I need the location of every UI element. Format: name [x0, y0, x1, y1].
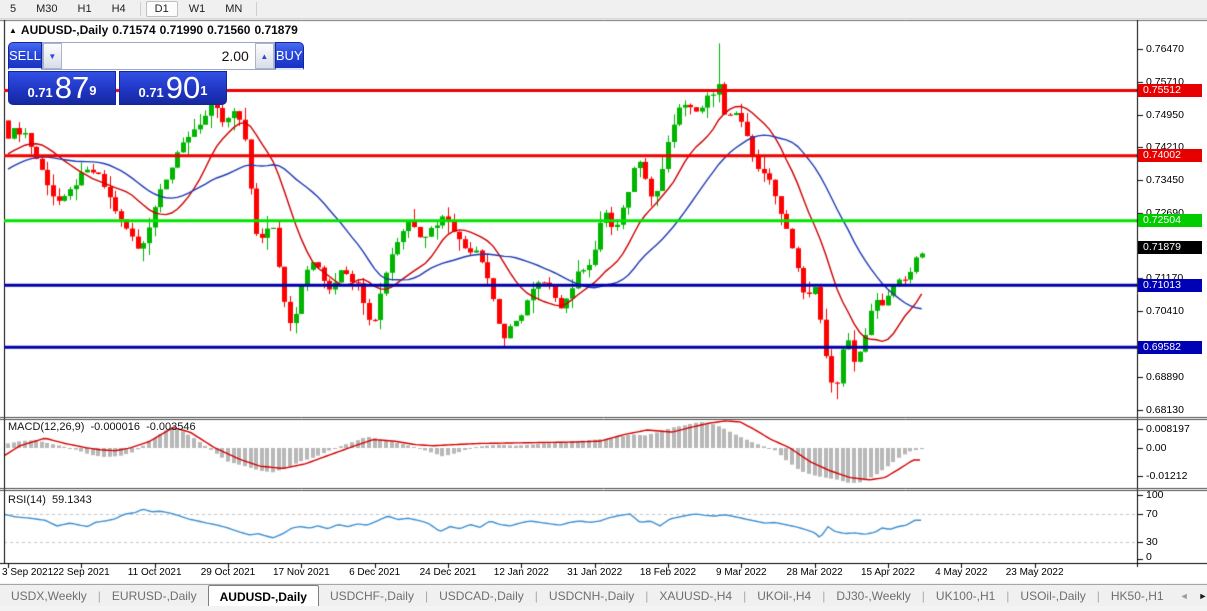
- ohlc-open: 0.71574: [112, 23, 156, 37]
- sell-price-prefix: 0.71: [27, 85, 53, 100]
- one-click-trading-panel: SELL ▼ ▲ BUY 0.71 87 9 0.71 90 1: [8, 42, 304, 105]
- chart-tab-dj30-weekly[interactable]: DJ30-,Weekly: [825, 585, 921, 607]
- toolbar-separator: [256, 2, 258, 16]
- price-axis-tick: 0.68130: [1146, 404, 1184, 417]
- date-axis-label: 29 Oct 2021: [200, 567, 256, 578]
- chart-tab-ukoil-h4[interactable]: UKOil-,H4: [746, 585, 822, 607]
- price-axis-tick: 0.76470: [1146, 43, 1184, 55]
- chart-tab-hk50-h1[interactable]: HK50-,H1: [1100, 585, 1175, 607]
- buy-price-display[interactable]: 0.71 90 1: [119, 71, 227, 105]
- rsi-axis-tick: 30: [1146, 536, 1158, 548]
- timeframe-button-d1[interactable]: D1: [145, 1, 178, 17]
- date-axis-label: 9 Mar 2022: [716, 567, 767, 578]
- timeframe-button-m30[interactable]: M30: [27, 1, 66, 17]
- chart-tab-eurusd-daily[interactable]: EURUSD-,Daily: [101, 585, 208, 607]
- macd-value-main: -0.000016: [90, 421, 141, 433]
- timeframe-button-5[interactable]: 5: [1, 1, 25, 17]
- level-price-label: 0.69582: [1138, 340, 1202, 354]
- date-axis-label: 31 Jan 2022: [567, 567, 623, 578]
- buy-price-prefix: 0.71: [138, 85, 164, 100]
- date-axis-label: 22 Sep 2021: [52, 567, 110, 578]
- date-axis-label: 28 Mar 2022: [786, 567, 843, 578]
- timeframe-button-mn[interactable]: MN: [216, 1, 251, 17]
- buy-price-pip: 1: [200, 83, 208, 98]
- tab-scroll-left-icon[interactable]: ◄: [1175, 591, 1194, 601]
- price-axis-tick: 0.73450: [1146, 173, 1184, 186]
- toolbar-separator: [139, 2, 141, 16]
- rsi-axis-tick: 100: [1146, 489, 1164, 501]
- timeframe-toolbar: 5 M30 H1 H4 D1 W1 MN: [0, 0, 1207, 19]
- level-price-label: 0.71013: [1138, 278, 1202, 292]
- chart-tab-xauusd-h4[interactable]: XAUUSD-,H4: [648, 585, 743, 607]
- timeframe-button-h4[interactable]: H4: [103, 1, 135, 17]
- rsi-axis-tick: 70: [1146, 508, 1158, 520]
- level-price-label: 0.74002: [1138, 149, 1202, 163]
- ohlc-low: 0.71560: [207, 23, 251, 37]
- macd-axis-tick: 0.008197: [1146, 423, 1190, 436]
- buy-price-big: 90: [165, 70, 201, 105]
- sell-button[interactable]: SELL: [8, 42, 42, 70]
- volume-decrease-button[interactable]: ▼: [42, 43, 62, 69]
- level-price-label: 0.75512: [1138, 83, 1202, 97]
- volume-increase-button[interactable]: ▲: [254, 43, 274, 69]
- macd-value-signal: -0.003546: [146, 421, 196, 433]
- chart-tab-usdcnh-daily[interactable]: USDCNH-,Daily: [538, 585, 645, 607]
- chart-tab-usdchf-daily[interactable]: USDCHF-,Daily: [319, 585, 425, 607]
- date-axis-label: 23 May 2022: [1005, 567, 1064, 578]
- volume-stepper: ▼ ▲: [41, 42, 275, 70]
- level-price-label: 0.72504: [1138, 214, 1202, 228]
- date-axis-label: 24 Dec 2021: [419, 567, 477, 578]
- volume-input[interactable]: [61, 43, 255, 69]
- date-axis-label: 11 Oct 2021: [127, 567, 182, 578]
- chart-title: ▲ AUDUSD-,Daily 0.71574 0.71990 0.71560 0.718…: [9, 23, 302, 37]
- date-axis-label: 17 Nov 2021: [272, 567, 330, 578]
- ohlc-high: 0.71990: [159, 23, 204, 37]
- date-axis-label: 12 Jan 2022: [493, 567, 549, 578]
- macd-name: MACD(12,26,9): [8, 421, 85, 433]
- ohlc-close: 0.71879: [254, 23, 298, 37]
- chart-tab-usdx-weekly[interactable]: USDX,Weekly: [0, 585, 98, 607]
- sell-price-display[interactable]: 0.71 87 9: [8, 71, 116, 105]
- date-axis-label: 3 Sep 2021: [2, 567, 54, 578]
- rsi-indicator-label: RSI(14) 59.1343: [8, 494, 95, 506]
- timeframe-button-h1[interactable]: H1: [69, 1, 101, 17]
- price-axis-tick: 0.70410: [1146, 305, 1184, 318]
- current-price-label: 0.71879: [1138, 241, 1202, 255]
- status-strip: [0, 606, 1207, 611]
- date-axis-label: 4 May 2022: [935, 567, 988, 578]
- sell-price-big: 87: [54, 70, 90, 105]
- price-axis-tick: 0.68890: [1146, 371, 1184, 384]
- macd-indicator-label: MACD(12,26,9) -0.000016 -0.003546: [8, 421, 199, 433]
- sell-price-pip: 9: [89, 83, 97, 98]
- chart-tabs-bar: USDX,Weekly | EURUSD-,Daily AUDUSD-,Daily US…: [0, 584, 1207, 607]
- mt4-terminal-window: 5 M30 H1 H4 D1 W1 MN ▲ AUDUSD-,Daily 0.71574 0.71…: [0, 0, 1207, 611]
- date-axis-label: 15 Apr 2022: [860, 567, 915, 578]
- timeframe-button-w1[interactable]: W1: [180, 1, 215, 17]
- tab-scroll-right-icon[interactable]: ►: [1194, 591, 1207, 601]
- date-axis-label: 6 Dec 2021: [349, 567, 401, 578]
- collapse-panel-icon[interactable]: ▲: [9, 26, 17, 35]
- macd-axis-tick: 0.00: [1146, 442, 1167, 454]
- buy-button[interactable]: BUY: [274, 42, 304, 70]
- rsi-value: 59.1343: [51, 494, 92, 506]
- tab-scroll-arrows: ◄ ►: [1175, 585, 1207, 607]
- chart-tab-uk100-h1[interactable]: UK100-,H1: [925, 585, 1006, 607]
- macd-axis-tick: -0.01212: [1146, 469, 1188, 482]
- date-axis-label: 18 Feb 2022: [639, 567, 697, 578]
- chart-tab-usdcad-daily[interactable]: USDCAD-,Daily: [428, 585, 535, 607]
- chart-tab-audusd-daily[interactable]: AUDUSD-,Daily: [207, 585, 319, 607]
- chart-symbol-period: AUDUSD-,Daily: [20, 23, 109, 37]
- rsi-axis-tick: 0: [1146, 551, 1152, 563]
- rsi-name: RSI(14): [8, 494, 46, 506]
- chart-tab-usoil-daily[interactable]: USOil-,Daily: [1009, 585, 1096, 607]
- price-axis-tick: 0.74950: [1146, 108, 1184, 121]
